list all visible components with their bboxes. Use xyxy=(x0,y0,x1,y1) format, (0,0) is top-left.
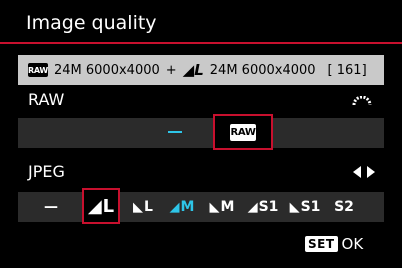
set-ok-button[interactable]: SET OK xyxy=(305,235,363,253)
jpeg-option-medium-normal[interactable]: ◣ M xyxy=(208,192,236,222)
raw-option-raw[interactable]: RAW xyxy=(213,114,273,150)
raw-summary-text: 24M 6000x4000 xyxy=(54,62,160,78)
jpeg-option-large-normal[interactable]: ◣ L xyxy=(130,192,156,222)
quality-summary-bar: RAW 24M 6000x4000 + ◢L 24M 6000x4000 [ 1… xyxy=(18,55,384,85)
jpeg-option-large-fine[interactable]: ◢ L xyxy=(82,188,120,224)
normal-quality-icon: ◣ xyxy=(209,199,220,215)
fine-quality-icon: ◢ xyxy=(247,199,258,215)
fine-quality-icon: ◢ xyxy=(87,195,102,217)
raw-badge-icon: RAW xyxy=(28,63,48,77)
raw-option-none[interactable] xyxy=(168,131,182,133)
jpeg-section-label: JPEG xyxy=(28,162,65,181)
jpeg-option-medium-fine[interactable]: ◢ M xyxy=(168,192,196,222)
page-title: Image quality xyxy=(26,12,157,34)
jpeg-options-band: — ◢ L ◣ L ◢ M ◣ M ◢ S1 ◣ S1 S2 xyxy=(18,188,384,224)
normal-quality-icon: ◣ xyxy=(133,199,144,215)
ok-label: OK xyxy=(341,235,364,253)
main-dial-icon xyxy=(352,96,372,106)
jpeg-summary-text: 24M 6000x4000 xyxy=(209,62,316,78)
set-badge: SET xyxy=(305,236,338,252)
normal-quality-icon: ◣ xyxy=(289,199,300,215)
raw-options-band: RAW xyxy=(18,114,384,150)
left-right-arrows-icon xyxy=(353,166,375,178)
raw-section-label: RAW xyxy=(28,90,65,109)
jpeg-option-small2[interactable]: S2 xyxy=(332,192,356,222)
jpeg-option-small1-fine[interactable]: ◢ S1 xyxy=(247,192,279,222)
plus-sign: + xyxy=(165,62,177,78)
raw-badge-icon: RAW xyxy=(230,123,256,141)
fine-quality-icon: ◢ xyxy=(169,199,180,215)
jpeg-large-fine-icon: ◢L xyxy=(182,61,204,79)
title-divider xyxy=(0,42,402,44)
jpeg-option-none[interactable]: — xyxy=(40,192,62,222)
jpeg-option-small1-normal[interactable]: ◣ S1 xyxy=(289,192,321,222)
shots-remaining: [ 161] xyxy=(327,62,367,78)
